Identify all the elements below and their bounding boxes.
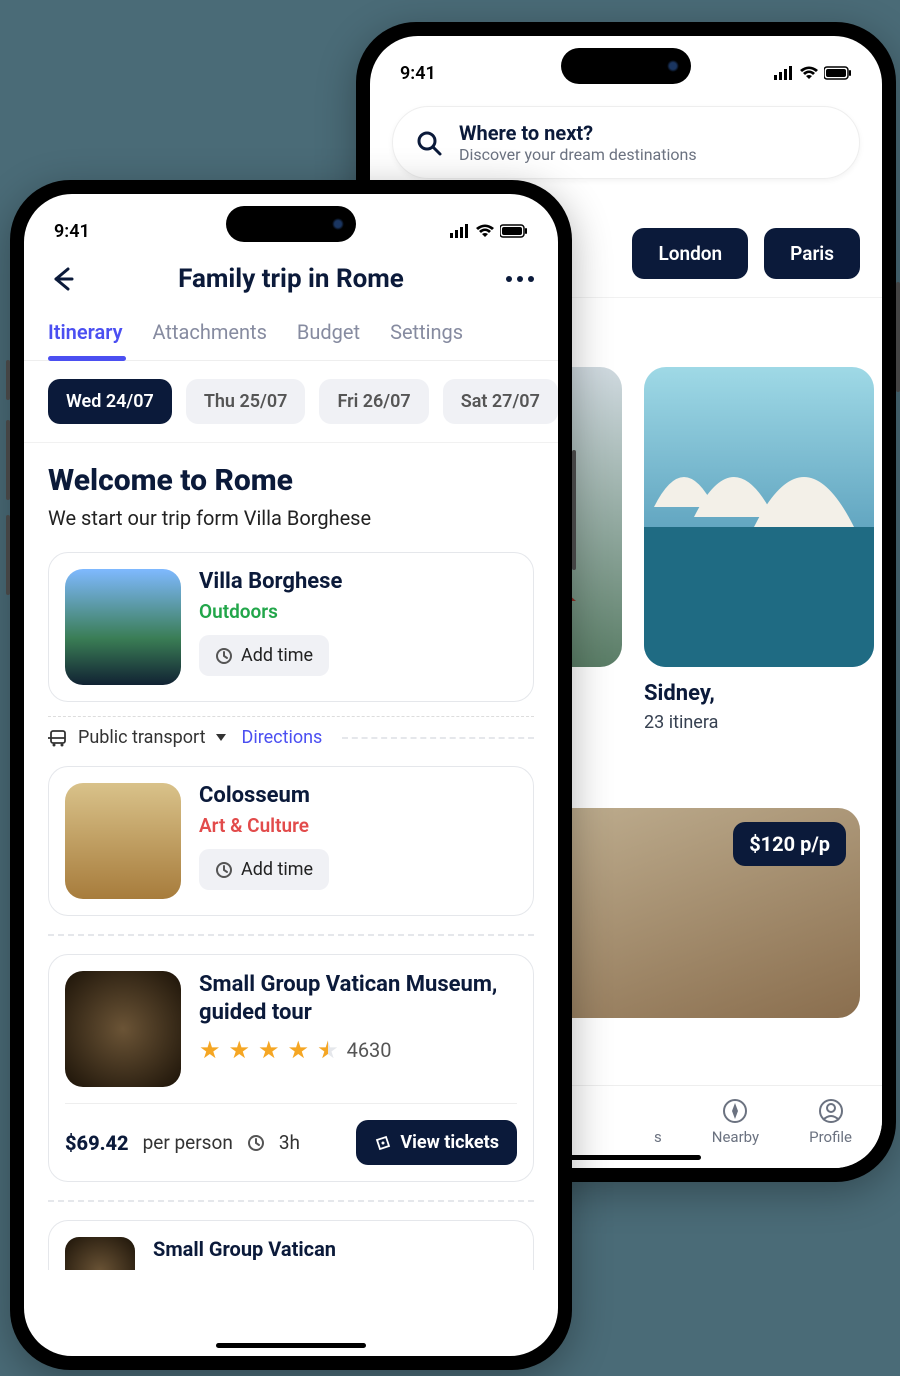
place-thumb — [65, 569, 181, 685]
price-badge: $120 p/p — [733, 822, 846, 866]
status-bar: 9:41 — [370, 36, 882, 96]
tab-itinerary[interactable]: Itinerary — [48, 320, 123, 360]
explore-image-sydney — [644, 367, 874, 667]
date-pill[interactable]: Thu 25/07 — [186, 379, 306, 424]
dynamic-island — [226, 206, 356, 242]
welcome-subtitle: We start our trip form Villa Borghese — [48, 506, 534, 530]
place-name: Colosseum — [199, 783, 329, 808]
place-name: Villa Borghese — [199, 569, 342, 594]
tour-card-partial[interactable]: Small Group Vatican — [48, 1220, 534, 1270]
welcome-title: Welcome to Rome — [48, 463, 534, 498]
search-title: Where to next? — [459, 121, 697, 145]
directions-link[interactable]: Directions — [242, 727, 323, 748]
divider — [48, 934, 534, 936]
search-icon — [415, 129, 443, 157]
place-thumb — [65, 783, 181, 899]
add-time-button[interactable]: Add time — [199, 635, 329, 676]
status-indicators — [774, 66, 852, 80]
tour-name: Small Group Vatican Museum, guided tour — [199, 971, 517, 1026]
trip-title: Family trip in Rome — [178, 264, 404, 294]
tab-budget[interactable]: Budget — [297, 320, 360, 360]
compass-icon — [722, 1098, 748, 1124]
wifi-icon — [800, 66, 818, 80]
search-pill[interactable]: Where to next? Discover your dream desti… — [392, 106, 860, 179]
status-time: 9:41 — [54, 221, 90, 242]
transport-label[interactable]: Public transport — [78, 727, 206, 748]
star-icon: ★ — [288, 1036, 310, 1064]
battery-icon — [824, 66, 852, 80]
status-time: 9:41 — [400, 63, 436, 84]
place-tag: Art & Culture — [199, 814, 329, 837]
star-icon: ★ — [199, 1036, 221, 1064]
phone-screen-front: 9:41 Family trip in Rome Itinerary Attac… — [24, 194, 558, 1356]
signal-icon — [450, 224, 470, 238]
tabs: Itinerary Attachments Budget Settings — [24, 302, 558, 361]
explore-name: Sidney, — [644, 681, 874, 706]
clock-icon — [247, 1134, 265, 1152]
explore-card-sydney[interactable]: Sidney, 23 itinera — [644, 367, 874, 733]
chevron-down-icon[interactable] — [216, 734, 226, 741]
review-count: 4630 — [347, 1038, 392, 1062]
welcome-block: Welcome to Rome We start our trip form V… — [24, 443, 558, 534]
trip-header: Family trip in Rome — [24, 254, 558, 302]
tour-rating: ★ ★ ★ ★ ★ 4630 — [199, 1036, 517, 1064]
per-person-label: per person — [143, 1131, 233, 1154]
ticket-icon — [374, 1134, 392, 1152]
tabbar-item-nearby[interactable]: Nearby — [712, 1098, 759, 1146]
tab-attachments[interactable]: Attachments — [153, 320, 267, 360]
tour-duration: 3h — [279, 1131, 300, 1154]
wifi-icon — [476, 224, 494, 238]
star-icon: ★ — [229, 1036, 251, 1064]
home-indicator[interactable] — [216, 1343, 366, 1348]
chip-london[interactable]: London — [632, 228, 748, 279]
place-card-colosseum[interactable]: Colosseum Art & Culture Add time — [48, 766, 534, 916]
date-pill[interactable]: Fri 26/07 — [319, 379, 428, 424]
tour-thumb — [65, 971, 181, 1087]
tab-underline — [48, 356, 126, 361]
view-tickets-button[interactable]: View tickets — [356, 1120, 517, 1165]
bus-icon — [48, 728, 68, 748]
back-icon[interactable] — [48, 265, 76, 293]
tour-price: $69.42 — [65, 1131, 129, 1155]
star-half-icon: ★ — [317, 1036, 339, 1064]
place-card-villa[interactable]: Villa Borghese Outdoors Add time — [48, 552, 534, 702]
transport-row: Public transport Directions — [48, 716, 534, 748]
tabbar-item-profile[interactable]: Profile — [809, 1098, 852, 1146]
opera-house-illustration — [644, 367, 874, 667]
dynamic-island — [561, 48, 691, 84]
explore-meta: 23 itinera — [644, 712, 874, 733]
date-pill-active[interactable]: Wed 24/07 — [48, 379, 172, 424]
divider — [48, 1200, 534, 1202]
date-pill[interactable]: Sat 27/07 — [443, 379, 558, 424]
chip-paris[interactable]: Paris — [764, 228, 860, 279]
tabbar-item-partial[interactable]: s — [654, 1098, 662, 1146]
tour-name-partial: Small Group Vatican — [153, 1237, 336, 1270]
battery-icon — [500, 224, 528, 238]
search-subtitle: Discover your dream destinations — [459, 145, 697, 164]
more-icon[interactable] — [506, 276, 534, 282]
place-tag: Outdoors — [199, 600, 342, 623]
dates-row[interactable]: Wed 24/07 Thu 25/07 Fri 26/07 Sat 27/07 — [24, 361, 558, 443]
tour-card-vatican[interactable]: Small Group Vatican Museum, guided tour … — [48, 954, 534, 1182]
add-time-button[interactable]: Add time — [199, 849, 329, 890]
status-bar: 9:41 — [24, 194, 558, 254]
star-icon: ★ — [258, 1036, 280, 1064]
clock-icon — [215, 647, 233, 665]
tab-settings[interactable]: Settings — [390, 320, 463, 360]
profile-icon — [818, 1098, 844, 1124]
home-indicator[interactable] — [551, 1155, 701, 1160]
tour-thumb — [65, 1237, 135, 1270]
phone-frame-front: 9:41 Family trip in Rome Itinerary Attac… — [10, 180, 572, 1370]
status-indicators — [450, 224, 528, 238]
clock-icon — [215, 861, 233, 879]
signal-icon — [774, 66, 794, 80]
